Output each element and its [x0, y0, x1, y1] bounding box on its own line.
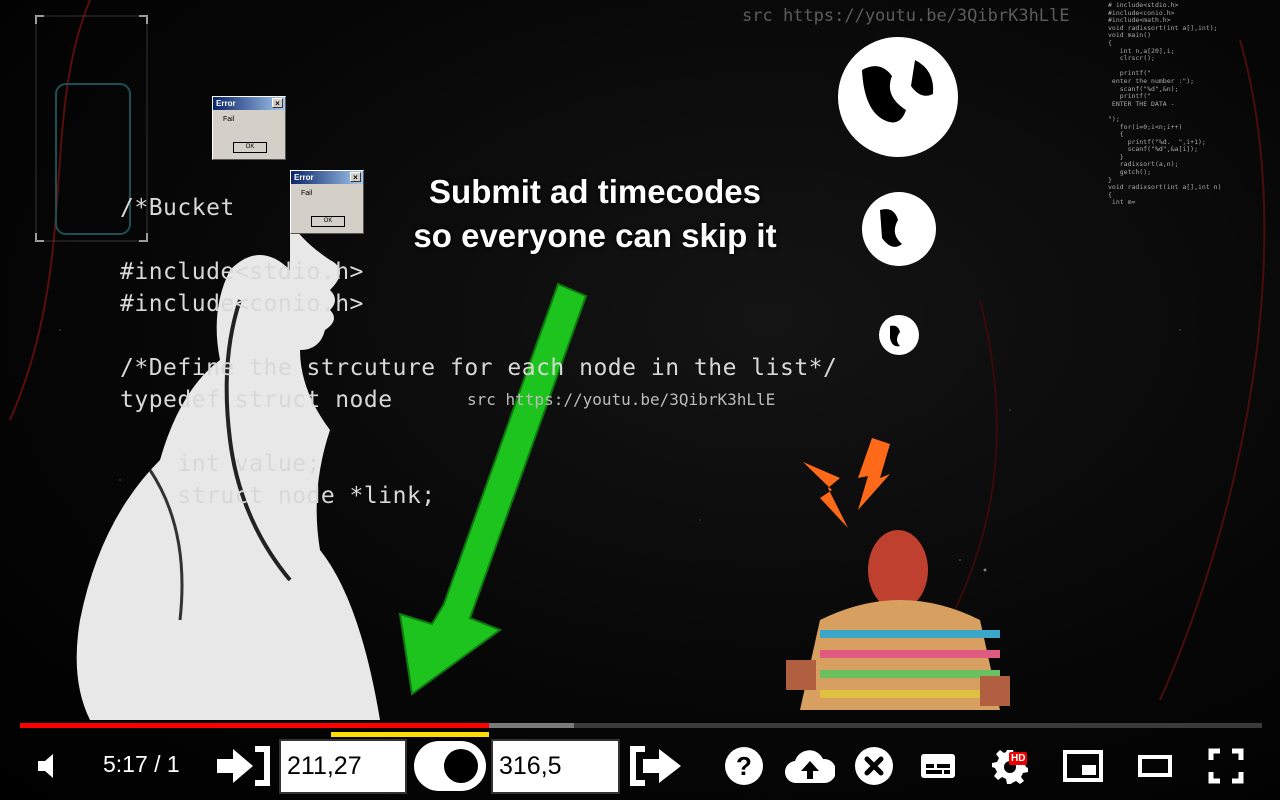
- segment-end-input[interactable]: [491, 739, 620, 794]
- globe-medium: [862, 192, 936, 266]
- set-start-time-icon: [217, 746, 270, 786]
- help-button[interactable]: ?: [722, 745, 766, 787]
- theater-mode-icon: [1138, 755, 1172, 777]
- error-ok-button: OK: [233, 142, 267, 153]
- code-line: #include<conio.h>: [120, 291, 364, 317]
- red-swirl-mid: [949, 299, 998, 621]
- subtitles-icon: [921, 754, 955, 778]
- watermark-url-mid: src https://youtu.be/3QibrK3hLlE: [467, 390, 776, 409]
- mini-code-listing: # include<stdio.h> #include<conio.h> #in…: [1108, 1, 1222, 207]
- lightning-bolts-graphic: [803, 438, 890, 528]
- toggle-knob: [444, 749, 478, 783]
- code-line: int value;: [120, 451, 321, 477]
- progress-bar[interactable]: [20, 723, 1262, 728]
- globe-small: [879, 315, 919, 355]
- segment-start-input[interactable]: [279, 739, 407, 794]
- progress-played: [20, 723, 490, 728]
- watermark-url-top: src https://youtu.be/3QibrK3hLlE: [742, 6, 1070, 26]
- miniplayer-button[interactable]: [1060, 746, 1106, 786]
- code-line: typedef struct node: [120, 387, 393, 413]
- error-dialog: Error × Fail OK: [212, 96, 286, 160]
- code-line: /*Bucket: [120, 195, 235, 221]
- upload-cloud-icon: [785, 750, 835, 784]
- ad-segment-marker: [330, 732, 490, 737]
- fullscreen-button[interactable]: [1204, 746, 1248, 786]
- cancel-button[interactable]: [852, 745, 896, 787]
- svg-text:?: ?: [736, 751, 752, 781]
- code-line: /*Define the strcuture for each node in …: [120, 355, 838, 381]
- subtitles-button[interactable]: [916, 748, 960, 784]
- help-icon: ?: [725, 747, 763, 785]
- volume-button[interactable]: [30, 748, 70, 784]
- set-start-time-button[interactable]: [214, 742, 274, 790]
- error-dialog-title: Error: [216, 99, 236, 108]
- time-display: 5:17 / 1: [103, 751, 180, 777]
- error-dialog: Error × Fail OK: [290, 170, 364, 234]
- red-swirl-left: [9, 0, 91, 421]
- theater-mode-button[interactable]: [1134, 750, 1176, 782]
- miniplayer-icon: [1063, 750, 1103, 782]
- skip-ad-overlay-text: Submit ad timecodes so everyone can skip…: [375, 170, 815, 258]
- fullscreen-icon: [1208, 748, 1244, 784]
- volume-icon: [38, 754, 53, 778]
- code-line: struct node *link;: [120, 483, 436, 509]
- segment-toggle[interactable]: [414, 741, 486, 791]
- overlay-line-2: so everyone can skip it: [413, 217, 777, 254]
- hd-badge: HD: [1009, 752, 1028, 765]
- set-end-time-icon: [630, 746, 681, 786]
- globe-large: [838, 37, 958, 157]
- upload-button[interactable]: [784, 745, 836, 787]
- overlay-line-1: Submit ad timecodes: [429, 173, 761, 210]
- close-icon: ×: [272, 98, 283, 108]
- cancel-icon: [855, 747, 893, 785]
- code-line: #include<stdio.h>: [120, 259, 364, 285]
- video-frame[interactable]: src https://youtu.be/3QibrK3hLlE # inclu…: [0, 0, 1280, 800]
- error-dialog-message: Fail: [223, 116, 235, 123]
- set-end-time-button[interactable]: [626, 742, 686, 790]
